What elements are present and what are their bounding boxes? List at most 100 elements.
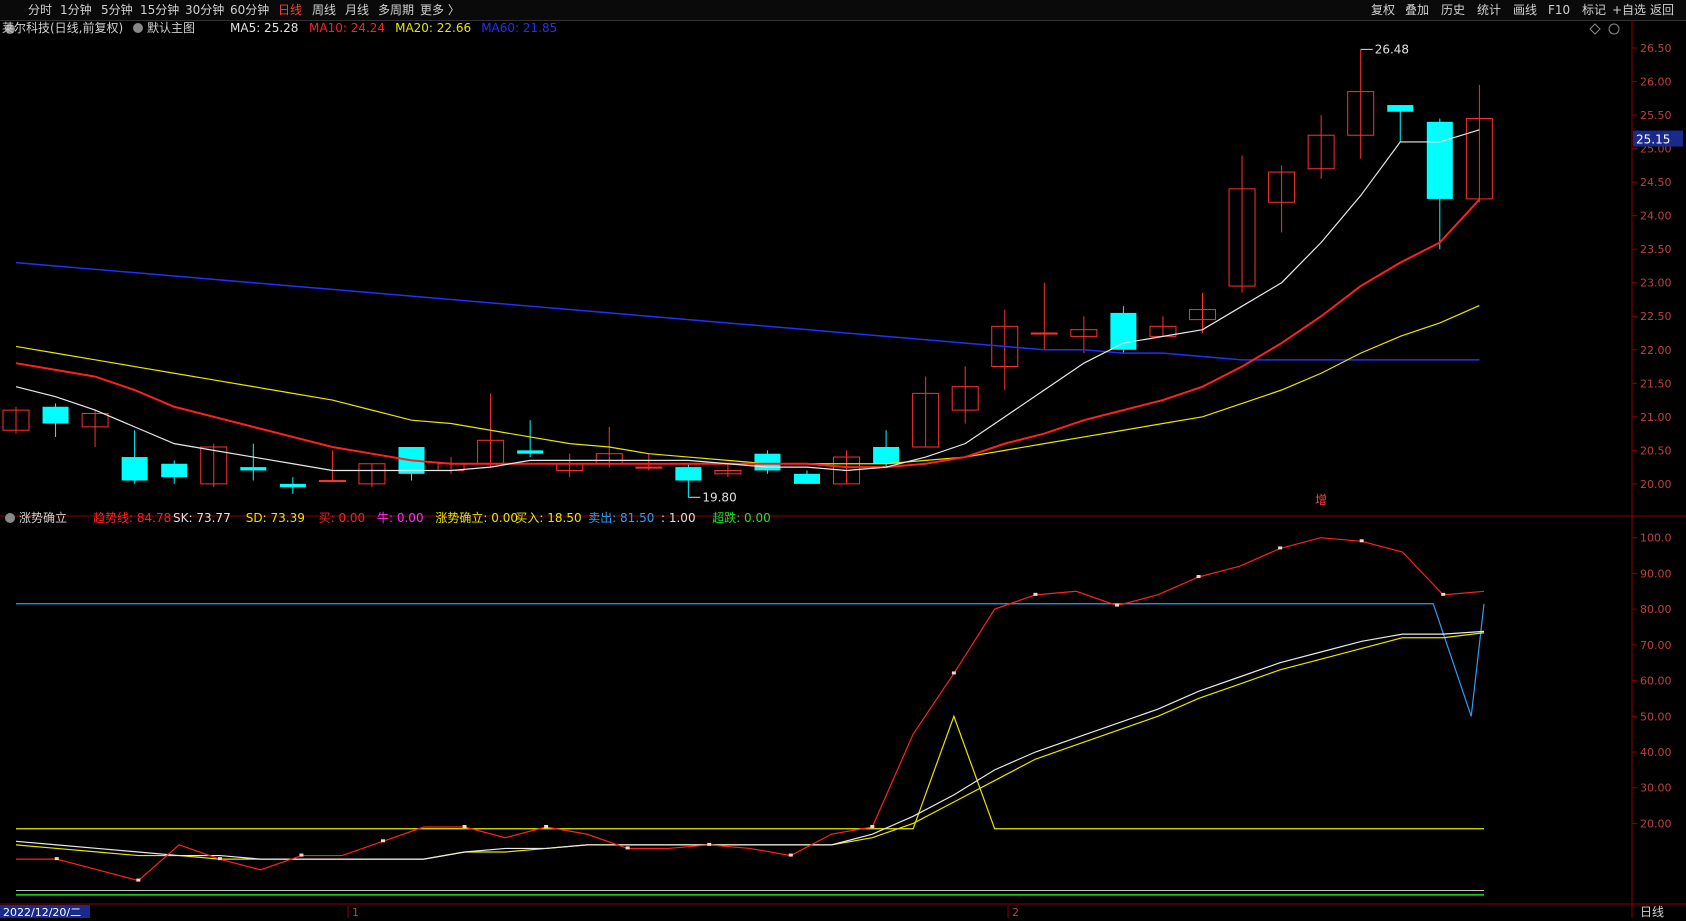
y-tick-label: 24.00 bbox=[1640, 210, 1672, 223]
candle-body bbox=[42, 406, 69, 424]
y-tick-label: 26.00 bbox=[1640, 76, 1672, 89]
sub-y-tick-label: 90.00 bbox=[1640, 567, 1672, 580]
trend-marker bbox=[1359, 539, 1364, 543]
sub-value-0: 趋势线: 84.78 bbox=[93, 511, 171, 525]
y-tick-label: 22.50 bbox=[1640, 310, 1672, 323]
ma10-line bbox=[15, 198, 1481, 469]
trend-marker bbox=[1196, 575, 1201, 578]
footer-period: 日线 bbox=[1640, 905, 1664, 918]
tab-1[interactable]: 1分钟 bbox=[60, 2, 92, 18]
trend-marker bbox=[54, 857, 59, 861]
ma60-line bbox=[15, 261, 1480, 361]
footer-month-1: 1 bbox=[352, 906, 359, 918]
sub-indicator-name: 涨势确立 bbox=[19, 510, 67, 525]
sd-line bbox=[15, 632, 1485, 860]
kline-chart[interactable]: 莱尔科技(日线,前复权) 默认主图 MA5: 25.28 MA10: 24.24 MA2… bbox=[0, 20, 1686, 919]
indicator-collapse-icon bbox=[133, 23, 143, 33]
candle-body bbox=[675, 467, 702, 481]
tab-8[interactable]: 月线 bbox=[345, 2, 369, 18]
stock-title: 莱尔科技(日线,前复权) bbox=[2, 20, 123, 35]
ma-label-0: MA5: 25.28 bbox=[230, 21, 298, 35]
sub-y-tick-label: 40.00 bbox=[1640, 746, 1672, 759]
toolbar: 分时 1分钟 5分钟 15分钟 30分钟 60分钟 日线 周线 月线 多周期 更多 〉 复权 叠加 历史… bbox=[0, 0, 1686, 21]
ma-label-1: MA10: 24.24 bbox=[309, 21, 385, 35]
candle-body bbox=[161, 463, 188, 478]
signal-marker: 增 bbox=[1315, 493, 1327, 507]
trend-marker bbox=[136, 878, 141, 882]
candle-body bbox=[240, 467, 267, 471]
tab-9[interactable]: 多周期 bbox=[378, 2, 414, 18]
tab-10[interactable]: 更多 〉 bbox=[420, 2, 460, 18]
tool-button-3[interactable]: 统计 bbox=[1477, 2, 1501, 18]
ma-label-3: MA60: 21.85 bbox=[481, 21, 557, 35]
candle-body bbox=[873, 446, 900, 464]
sub-y-tick-label: 80.00 bbox=[1640, 603, 1672, 616]
tool-button-4[interactable]: 画线 bbox=[1513, 2, 1537, 18]
tool-button-6[interactable]: 标记 bbox=[1582, 2, 1606, 18]
sub-value-3: 买: 0.00 bbox=[319, 511, 366, 525]
tab-2[interactable]: 5分钟 bbox=[101, 2, 133, 18]
sub-y-tick-label: 60.00 bbox=[1640, 675, 1672, 688]
sub-value-7: 卖出: 81.50 bbox=[588, 511, 654, 525]
sub-value-8: : 1.00 bbox=[661, 511, 696, 525]
tool-button-7[interactable]: +自选 bbox=[1612, 2, 1646, 18]
candle-body bbox=[121, 457, 148, 481]
tab-7[interactable]: 周线 bbox=[312, 2, 336, 18]
sub-y-tick-label: 20.00 bbox=[1640, 817, 1672, 830]
candle-body bbox=[1030, 332, 1058, 335]
trend-marker bbox=[1278, 546, 1283, 550]
footer-date: 2022/12/20/二 bbox=[3, 906, 81, 918]
sell-line bbox=[16, 603, 1485, 717]
ma-label-2: MA20: 22.66 bbox=[395, 21, 471, 35]
sk-line bbox=[15, 630, 1485, 860]
trend-marker bbox=[1441, 592, 1446, 596]
y-tick-label: 25.50 bbox=[1640, 109, 1672, 122]
candle-body bbox=[635, 466, 663, 469]
circle-icon bbox=[1608, 23, 1620, 35]
sub-y-tick-label: 50.00 bbox=[1640, 710, 1672, 723]
trend-marker bbox=[870, 825, 875, 828]
candle-body bbox=[1110, 312, 1137, 350]
candle-body bbox=[754, 453, 781, 471]
candle-body bbox=[1426, 121, 1453, 199]
tab-3[interactable]: 15分钟 bbox=[140, 2, 179, 18]
tab-0[interactable]: 分时 bbox=[28, 2, 52, 18]
y-tick-label: 23.00 bbox=[1640, 277, 1672, 290]
tool-button-5[interactable]: F10 bbox=[1548, 2, 1570, 18]
trend-marker bbox=[381, 839, 385, 843]
tool-button-0[interactable]: 复权 bbox=[1371, 2, 1395, 18]
price-tag: 25.15 bbox=[1636, 133, 1670, 147]
tab-6[interactable]: 日线 bbox=[278, 2, 302, 18]
indicator-name: 默认主图 bbox=[147, 20, 195, 35]
trend-marker bbox=[544, 825, 549, 828]
sub-value-1: SK: 73.77 bbox=[173, 511, 231, 525]
sub-value-9: 超跌: 0.00 bbox=[712, 510, 771, 525]
candle-body bbox=[318, 480, 346, 483]
sub-value-5: 涨势确立: 0.00 bbox=[435, 510, 518, 525]
chart-area[interactable]: 莱尔科技(日线,前复权) 默认主图 MA5: 25.28 MA10: 24.24 MA2… bbox=[0, 20, 1686, 919]
trend-marker bbox=[1115, 603, 1119, 607]
tab-5[interactable]: 60分钟 bbox=[230, 2, 269, 18]
tool-button-8[interactable]: 返回 bbox=[1650, 2, 1674, 18]
low-label: 19.80 bbox=[702, 490, 736, 504]
trend-marker bbox=[462, 825, 467, 828]
buy-line bbox=[16, 714, 1484, 830]
tool-button-2[interactable]: 历史 bbox=[1441, 2, 1465, 18]
y-tick-label: 21.50 bbox=[1640, 377, 1672, 390]
sub-value-4: 牛: 0.00 bbox=[377, 510, 424, 525]
tab-4[interactable]: 30分钟 bbox=[185, 2, 224, 18]
y-tick-label: 26.50 bbox=[1640, 42, 1672, 55]
tool-button-1[interactable]: 叠加 bbox=[1405, 2, 1429, 18]
sub-value-6: 买入: 18.50 bbox=[515, 511, 581, 525]
y-tick-label: 24.50 bbox=[1640, 176, 1672, 189]
candle-body bbox=[1387, 105, 1414, 112]
sub-value-2: SD: 73.39 bbox=[246, 511, 305, 525]
candle-body bbox=[517, 450, 544, 454]
y-tick-label: 21.00 bbox=[1640, 411, 1672, 424]
trend-marker bbox=[1033, 592, 1038, 596]
y-tick-label: 20.50 bbox=[1640, 444, 1672, 457]
y-tick-label: 22.00 bbox=[1640, 344, 1672, 357]
footer-month-2: 2 bbox=[1012, 906, 1019, 918]
trend-marker bbox=[217, 857, 222, 861]
trend-marker bbox=[951, 671, 956, 675]
